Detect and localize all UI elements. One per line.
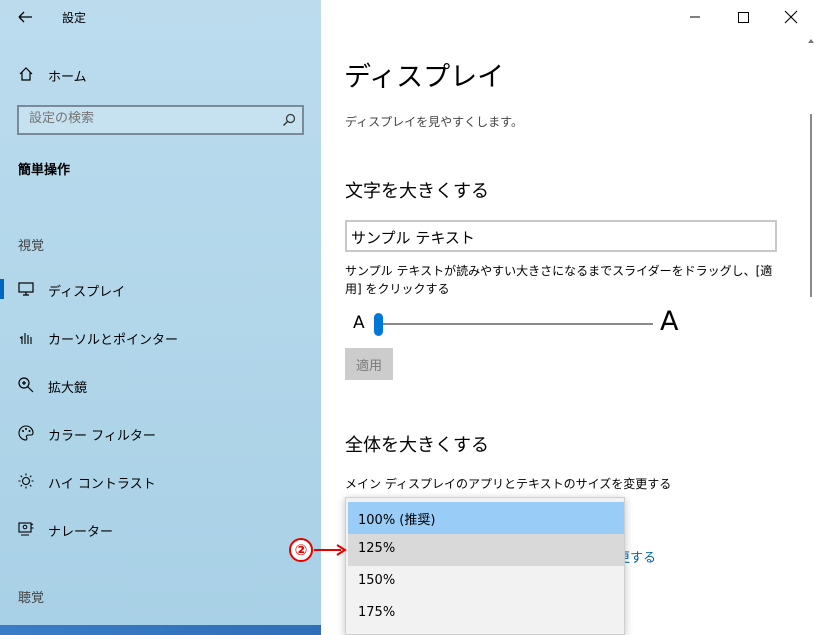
maximize-icon — [738, 12, 749, 23]
text-size-slider-thumb[interactable] — [374, 313, 383, 336]
text-size-description: サンプル テキストが読みやすい大きさになるまでスライダーをドラッグし、[適用] … — [345, 264, 773, 296]
palette-icon — [17, 424, 35, 442]
close-icon — [784, 10, 798, 24]
section-heading: 簡単操作 — [18, 163, 71, 178]
sidebar-item-label: カーソルとポインター — [48, 333, 179, 348]
sidebar-item-label: ナレーター — [48, 525, 114, 540]
scale-dropdown-list[interactable]: 100% (推奨) 125% 150% 175% — [345, 497, 625, 635]
sidebar-item-label: ディスプレイ — [48, 285, 126, 300]
category-vision: 視覚 — [18, 239, 45, 254]
back-button[interactable] — [12, 6, 38, 28]
apply-button[interactable]: 適用 — [345, 348, 393, 380]
sidebar-item-home[interactable]: ホーム — [0, 54, 321, 94]
scale-option-100[interactable]: 100% (推奨) — [348, 502, 624, 534]
scale-heading: 全体を大きくする — [345, 435, 489, 456]
sample-text-box: サンプル テキスト — [345, 220, 777, 252]
sidebar-item-label: ハイ コントラスト — [48, 477, 156, 492]
sidebar: 設定 ホーム 簡単操作 視覚 ディスプレイ カーソルとポインター 拡大鏡 — [0, 0, 321, 635]
sidebar-item-high-contrast[interactable]: ハイ コントラスト — [0, 461, 321, 501]
annotation-arrow-icon — [314, 544, 347, 556]
title-bar: 設定 — [0, 0, 321, 34]
sidebar-item-cursor[interactable]: カーソルとポインター — [0, 317, 321, 357]
scale-option-125[interactable]: 125% — [348, 534, 624, 566]
narrator-icon — [17, 520, 35, 538]
annotation-number: ② — [289, 538, 313, 562]
sidebar-item-display[interactable]: ディスプレイ — [0, 269, 321, 309]
scale-option-150[interactable]: 150% — [348, 566, 624, 598]
scale-description: メイン ディスプレイのアプリとテキストのサイズを変更する — [345, 477, 672, 491]
maximize-button[interactable] — [720, 0, 766, 34]
home-icon — [17, 65, 35, 83]
slider-min-label: A — [353, 313, 365, 333]
sidebar-item-color-filter[interactable]: カラー フィルター — [0, 413, 321, 453]
sidebar-item-magnifier[interactable]: 拡大鏡 — [0, 365, 321, 405]
app-title: 設定 — [62, 11, 87, 25]
monitor-icon — [17, 280, 35, 298]
text-size-heading: 文字を大きくする — [345, 181, 489, 202]
close-button[interactable] — [768, 0, 814, 34]
sidebar-item-narrator[interactable]: ナレーター — [0, 509, 321, 549]
search-field[interactable] — [17, 105, 304, 135]
minimize-button[interactable] — [672, 0, 718, 34]
search-input[interactable] — [29, 111, 269, 126]
magnifier-icon — [17, 376, 35, 394]
back-arrow-icon — [18, 11, 32, 23]
sidebar-item-label: ホーム — [48, 70, 87, 85]
text-size-slider-track[interactable] — [375, 323, 653, 325]
sidebar-item-label: 拡大鏡 — [48, 381, 88, 396]
sidebar-item-label: カラー フィルター — [48, 429, 156, 444]
search-icon[interactable] — [282, 113, 296, 127]
page-subtitle: ディスプレイを見やすくします。 — [345, 115, 523, 129]
scale-option-175[interactable]: 175% — [348, 598, 624, 630]
taskbar-strip — [0, 625, 321, 635]
scrollbar-thumb[interactable] — [810, 114, 812, 297]
brightness-icon — [17, 472, 35, 490]
selected-indicator — [0, 279, 4, 299]
category-hearing: 聴覚 — [18, 591, 45, 606]
pointer-icon — [17, 328, 35, 346]
scroll-up-arrow-icon[interactable] — [807, 34, 814, 43]
page-title: ディスプレイ — [344, 62, 505, 93]
slider-max-label: A — [660, 306, 679, 337]
minimize-icon — [690, 16, 700, 18]
